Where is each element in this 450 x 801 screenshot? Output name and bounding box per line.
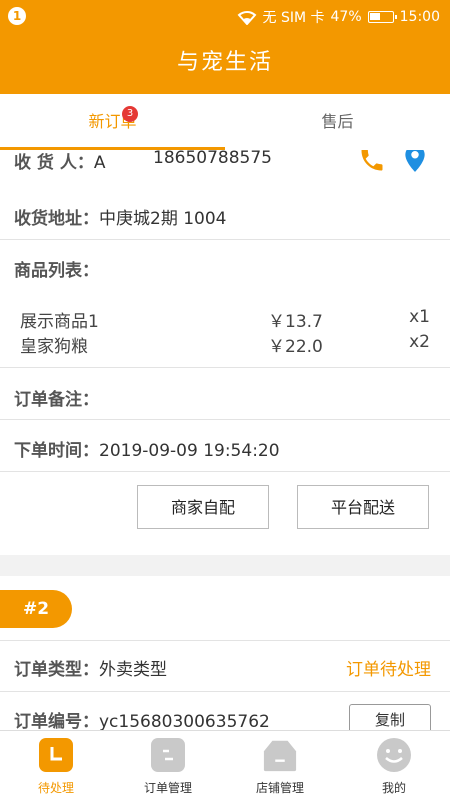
order-management-icon	[151, 738, 185, 772]
order-number-label: 订单编号：	[14, 712, 99, 730]
receiver-label: 收 货 人：	[14, 153, 94, 173]
tab-after-sales[interactable]: 售后	[225, 94, 450, 150]
order-status: 订单待处理	[346, 660, 431, 680]
app-title: 与宠生活	[0, 32, 450, 94]
address-value: 中庚城2期 1004	[99, 209, 227, 229]
clock: 15:00	[399, 9, 440, 25]
nav-store-management[interactable]: 店铺管理	[224, 731, 336, 801]
address-label: 收货地址：	[14, 209, 99, 229]
order-time-value: 2019-09-09 19:54:20	[99, 441, 280, 461]
self-delivery-button[interactable]: 商家自配	[137, 485, 269, 529]
remark-label: 订单备注：	[14, 390, 99, 410]
nav-pending-label: 待处理	[37, 781, 74, 795]
divider	[0, 691, 450, 692]
carrier-text: 无 SIM 卡	[262, 10, 325, 26]
status-bar: 1 无 SIM 卡 47% 15:00	[0, 0, 450, 32]
goods-name: 皇家狗粮	[20, 337, 88, 357]
order-card: 收 货 人：A 18650788575 收货地址：中庚城2期 1004 商品列表…	[0, 150, 450, 555]
battery-icon	[367, 11, 397, 23]
goods-name: 展示商品1	[20, 312, 99, 332]
order-list[interactable]: 收 货 人：A 18650788575 收货地址：中庚城2期 1004 商品列表…	[0, 150, 450, 730]
goods-label: 商品列表：	[14, 261, 99, 281]
address-row: 收货地址：中庚城2期 1004	[14, 204, 450, 229]
order-tabs: 新订单 3 售后	[0, 94, 450, 150]
goods-price: ￥22.0	[268, 337, 323, 357]
order-time-label: 下单时间：	[14, 441, 99, 461]
order-type-value: 外卖类型	[99, 660, 167, 680]
goods-qty: x1	[409, 307, 430, 327]
smiley-icon	[377, 738, 411, 772]
tab-after-sales-label: 售后	[321, 112, 354, 131]
map-pin-icon[interactable]	[402, 150, 428, 174]
order-time-row: 下单时间：2019-09-09 19:54:20	[14, 436, 450, 461]
phone-icon[interactable]	[358, 150, 386, 174]
battery-percent: 47%	[330, 9, 362, 25]
bottom-navigation: 待处理 订单管理 店铺管理 我的	[0, 730, 450, 801]
new-orders-badge: 3	[122, 106, 138, 122]
store-icon	[263, 740, 297, 772]
order-type-label: 订单类型：	[14, 660, 99, 680]
copy-button[interactable]: 复制	[349, 704, 431, 730]
nav-order-management-label: 订单管理	[143, 781, 192, 795]
goods-qty: x2	[409, 332, 430, 352]
notification-count-icon: 1	[8, 7, 26, 25]
pending-icon	[39, 738, 73, 772]
order-card: #2 订单类型：外卖类型 订单待处理 订单编号：yc15680300635762…	[0, 576, 450, 730]
platform-delivery-button[interactable]: 平台配送	[297, 485, 429, 529]
nav-mine[interactable]: 我的	[338, 731, 450, 801]
divider	[0, 471, 450, 472]
receiver-name: A	[93, 153, 106, 173]
receiver-row: 收 货 人：A 18650788575	[14, 150, 354, 173]
divider	[0, 367, 450, 368]
goods-price: ￥13.7	[268, 312, 323, 332]
tab-new-orders[interactable]: 新订单 3	[0, 94, 225, 150]
nav-order-management[interactable]: 订单管理	[112, 731, 224, 801]
receiver-phone: 18650788575	[153, 150, 272, 168]
nav-mine-label: 我的	[381, 781, 406, 795]
remark-row: 订单备注：	[14, 385, 450, 410]
divider	[0, 239, 450, 240]
nav-pending[interactable]: 待处理	[0, 731, 112, 801]
divider	[0, 419, 450, 420]
goods-header: 商品列表：	[14, 256, 450, 281]
divider	[0, 640, 450, 641]
nav-store-management-label: 店铺管理	[255, 781, 304, 795]
wifi-icon	[237, 11, 256, 25]
status-right: 无 SIM 卡 47% 15:00	[237, 7, 440, 27]
battery-level	[369, 13, 380, 20]
order-index-tag: #2	[0, 590, 72, 628]
order-number-value: yc15680300635762	[99, 712, 270, 730]
